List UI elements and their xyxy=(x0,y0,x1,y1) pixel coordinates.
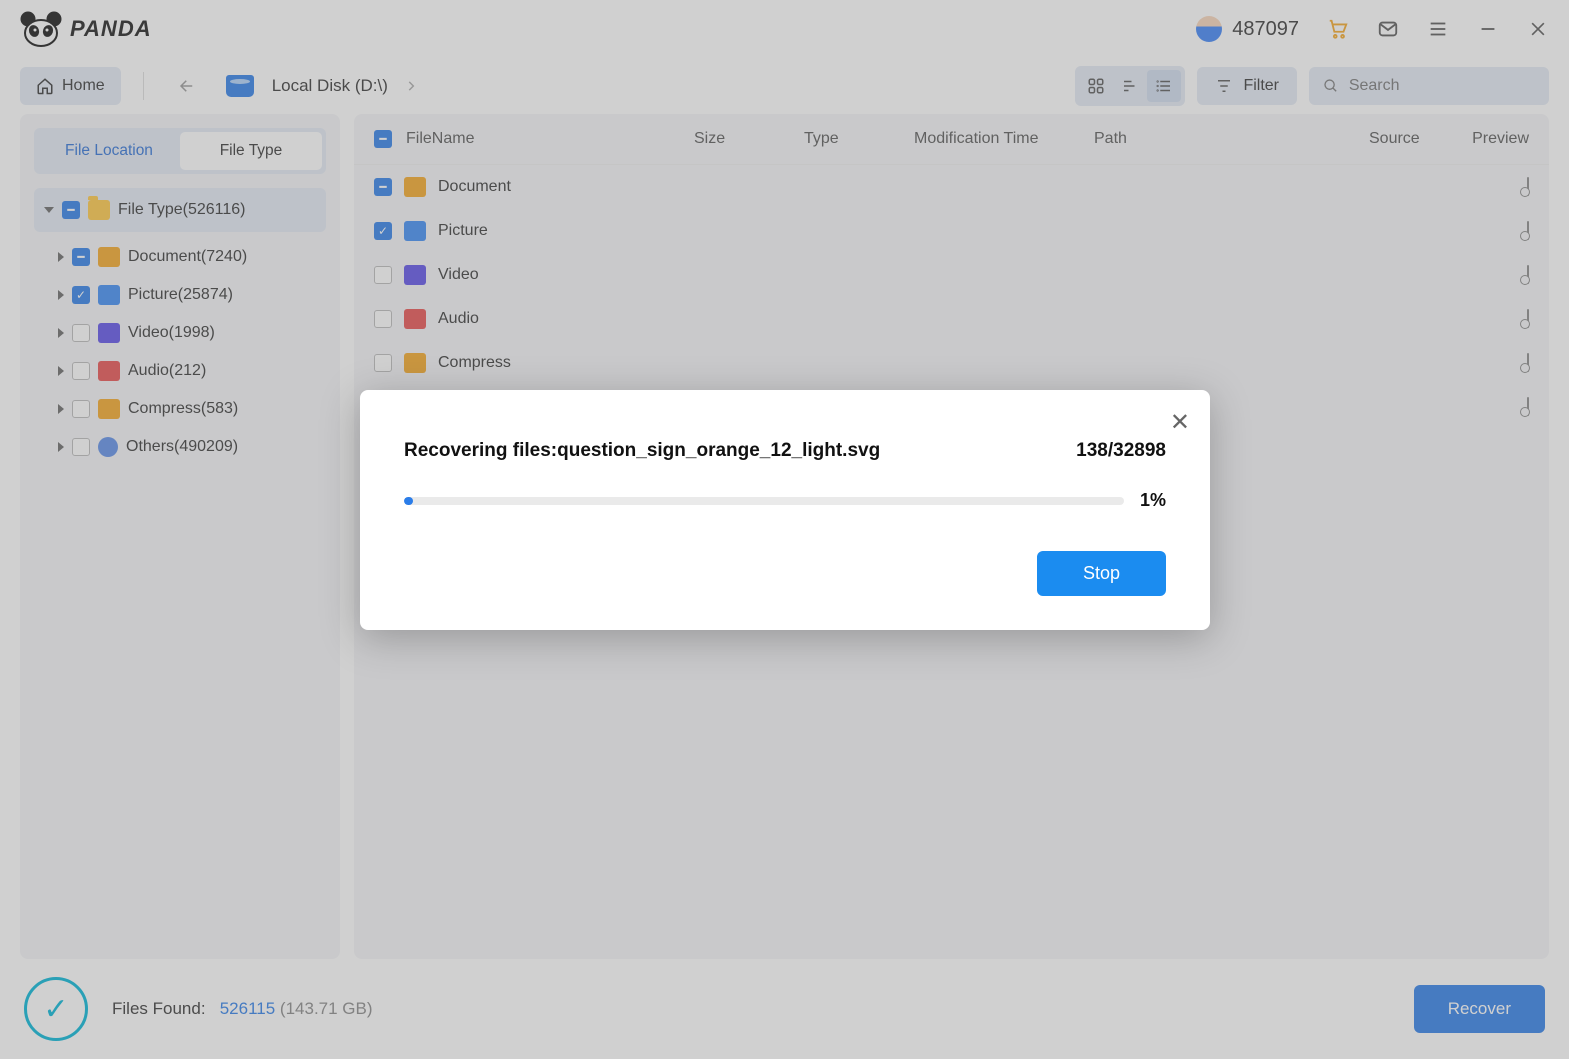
progress-percent: 1% xyxy=(1140,490,1166,511)
progress-bar xyxy=(404,497,1124,505)
stop-button[interactable]: Stop xyxy=(1037,551,1166,596)
modal-close-button[interactable]: ✕ xyxy=(1170,408,1190,437)
modal-counter: 138/32898 xyxy=(1076,440,1166,462)
modal-title: Recovering files:question_sign_orange_12… xyxy=(404,440,880,462)
recovery-progress-modal: ✕ Recovering files:question_sign_orange_… xyxy=(360,390,1210,630)
progress-fill xyxy=(404,497,413,505)
